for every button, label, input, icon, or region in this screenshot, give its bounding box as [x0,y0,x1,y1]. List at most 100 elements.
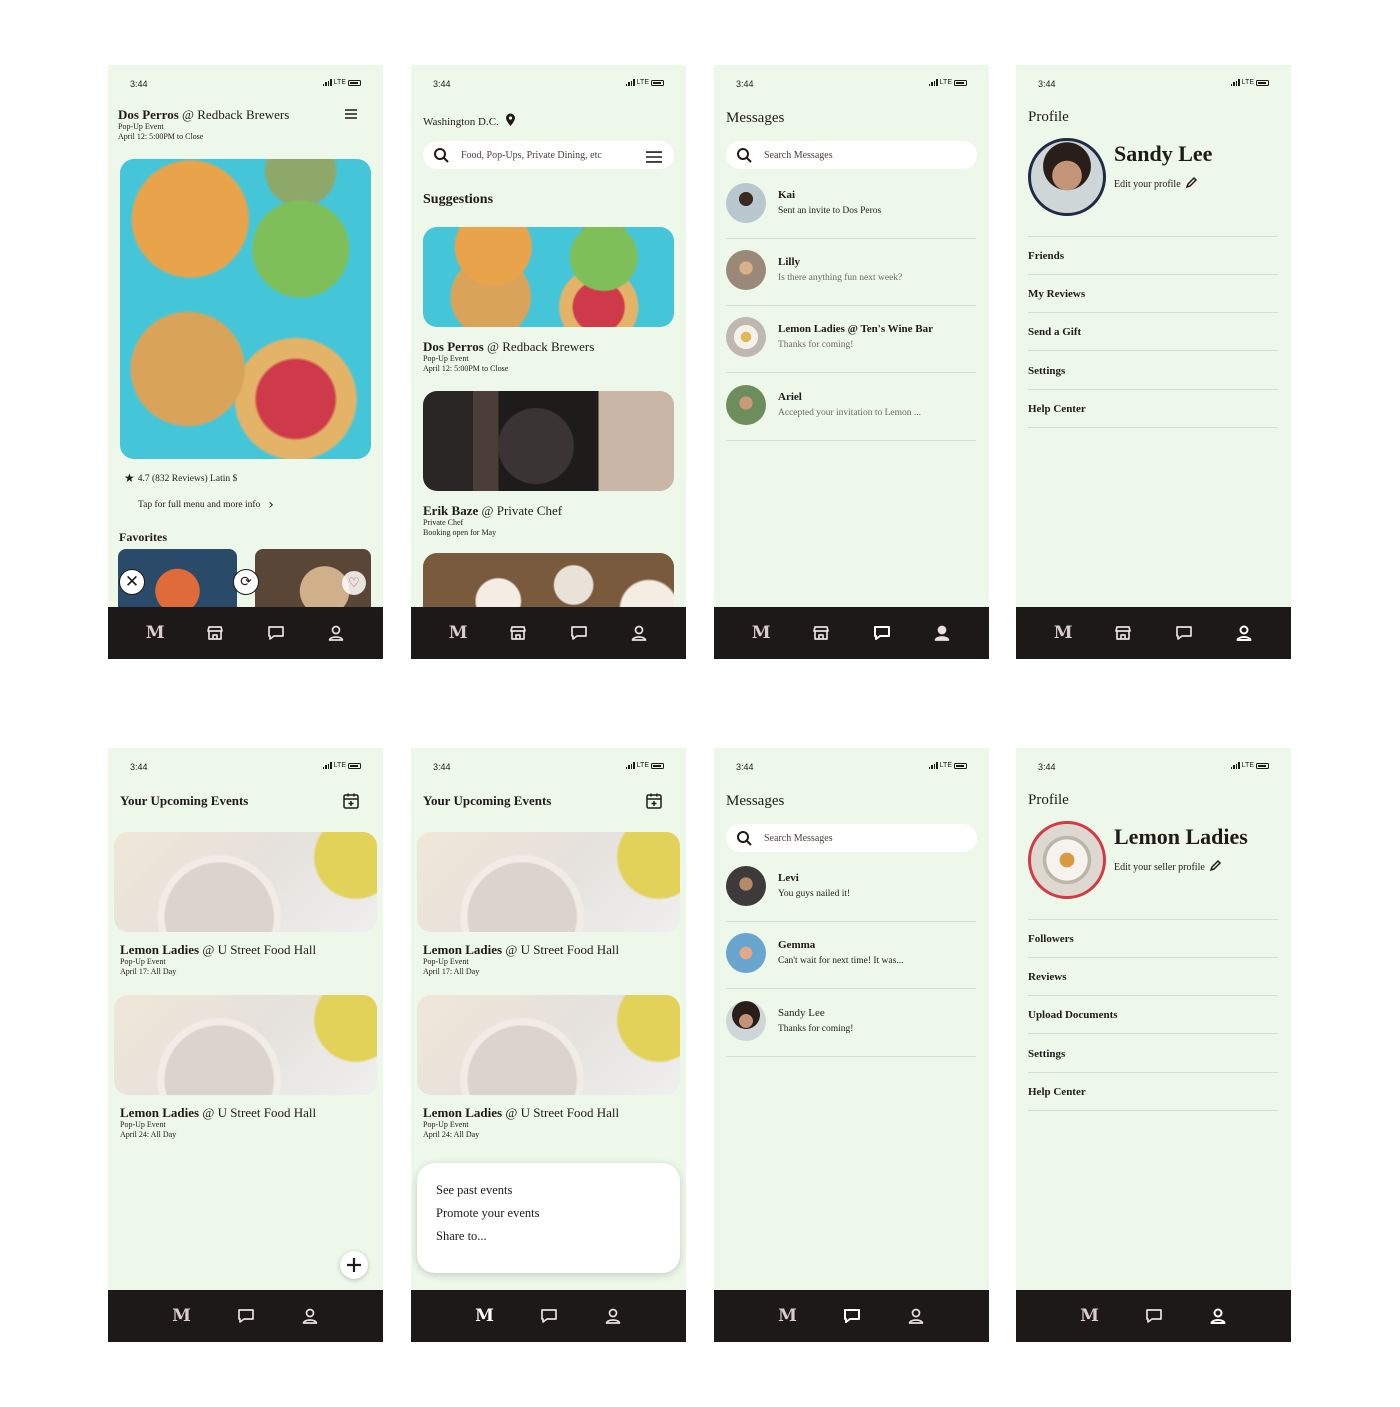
heart-icon[interactable]: ♡ [342,571,366,595]
search-bar[interactable]: Search Messages [726,141,977,169]
nav-home-logo[interactable]: M [1050,620,1076,646]
avatar [726,933,766,973]
location-selector[interactable]: Washington D.C. [423,113,516,130]
chat-icon[interactable] [566,620,592,646]
event-title[interactable]: Lemon Ladies @ U Street Food Hall [423,942,619,958]
event-date: April 17: All Day [120,967,177,976]
edit-profile-link[interactable]: Edit your profile [1114,176,1198,190]
store-icon[interactable] [1110,620,1136,646]
profile-name: Sandy Lee [1114,141,1213,166]
user-icon[interactable] [903,1303,929,1329]
chat-icon[interactable] [1171,620,1197,646]
menu-item-past-events[interactable]: See past events [436,1183,512,1198]
chat-icon[interactable] [233,1303,259,1329]
menu-item-upload-documents[interactable]: Upload Documents [1028,996,1278,1034]
search-input[interactable]: Search Messages [764,150,833,161]
suggestion-photo[interactable] [423,227,674,327]
chat-icon[interactable] [1141,1303,1167,1329]
add-event-button[interactable] [340,1251,368,1279]
message-thread[interactable]: Levi You guys nailed it! [726,866,976,922]
menu-item-promote-events[interactable]: Promote your events [436,1206,539,1221]
store-icon[interactable] [202,620,228,646]
screen-messages: 3:44 LTE Messages Search Messages Kai Se… [714,65,989,659]
user-icon[interactable] [323,620,349,646]
user-icon[interactable] [626,620,652,646]
nav-home-logo[interactable]: M [169,1303,195,1329]
suggestion-photo[interactable] [423,391,674,491]
screen-seller-messages: 3:44 LTE Messages Search Messages Levi Y… [714,748,989,1342]
chat-icon[interactable] [536,1303,562,1329]
suggestion-title[interactable]: Dos Perros @ Redback Brewers [423,339,594,355]
search-bar[interactable]: Food, Pop-Ups, Private Dining, etc [423,141,674,169]
message-thread[interactable]: Gemma Can't wait for next time! It was..… [726,933,976,989]
battery-icon [348,762,361,769]
menu-item-send-gift[interactable]: Send a Gift [1028,313,1278,351]
bottom-nav: M [1016,1290,1291,1342]
signal-icon [928,762,938,769]
event-title[interactable]: Lemon Ladies @ U Street Food Hall [120,942,316,958]
avatar[interactable] [1028,138,1106,216]
search-input[interactable]: Search Messages [764,833,833,844]
event-date: April 17: All Day [423,967,480,976]
status-bar: 3:44 LTE [1038,762,1269,774]
event-date: April 12: 5:00PM to Close [118,132,204,141]
message-thread[interactable]: Kai Sent an invite to Dos Peros [726,183,976,239]
nav-home-logo[interactable]: M [142,620,168,646]
screen-profile: 3:44 LTE Profile Sandy Lee Edit your pro… [1016,65,1291,659]
chat-icon[interactable] [263,620,289,646]
menu-item-help-center[interactable]: Help Center [1028,1073,1278,1111]
signal-icon [1230,762,1240,769]
menu-item-share[interactable]: Share to... [436,1229,487,1244]
calendar-add-icon[interactable] [645,792,663,815]
tacos-photo[interactable] [120,159,371,459]
map-pin-icon [505,113,516,130]
user-icon[interactable] [929,620,955,646]
event-title[interactable]: Lemon Ladies @ U Street Food Hall [120,1105,316,1121]
refresh-icon[interactable]: ⟳ [233,569,259,595]
filter-icon[interactable] [646,149,662,168]
avatar[interactable] [1028,821,1106,899]
menu-item-reviews[interactable]: Reviews [1028,958,1278,996]
menu-icon[interactable] [344,107,358,126]
search-input[interactable]: Food, Pop-Ups, Private Dining, etc [461,150,602,161]
search-bar[interactable]: Search Messages [726,824,977,852]
message-thread[interactable]: Lilly Is there anything fun next week? [726,250,976,306]
nav-home-logo[interactable]: M [775,1303,801,1329]
chat-icon[interactable] [839,1303,865,1329]
suggestion-title[interactable]: Erik Baze @ Private Chef [423,503,562,519]
store-icon[interactable] [808,620,834,646]
event-photo[interactable] [417,995,680,1095]
nav-home-logo[interactable]: M [1077,1303,1103,1329]
event-type: Pop-Up Event [120,957,166,966]
message-thread[interactable]: Lemon Ladies @ Ten's Wine Bar Thanks for… [726,317,976,373]
menu-item-friends[interactable]: Friends [1028,237,1278,275]
more-info-link[interactable]: Tap for full menu and more info › [138,497,274,513]
nav-home-logo[interactable]: M [445,620,471,646]
close-icon[interactable]: ✕ [119,569,145,595]
menu-item-settings[interactable]: Settings [1028,352,1278,390]
user-icon[interactable] [297,1303,323,1329]
user-icon[interactable] [1205,1303,1231,1329]
nav-home-logo[interactable]: M [748,620,774,646]
chat-icon[interactable] [869,620,895,646]
event-photo[interactable] [114,832,377,932]
event-photo[interactable] [114,995,377,1095]
message-thread[interactable]: Sandy Lee Thanks for coming! [726,1001,976,1057]
user-icon[interactable] [600,1303,626,1329]
edit-profile-link[interactable]: Edit your seller profile [1114,859,1222,873]
status-bar: 3:44 LTE [130,762,361,774]
event-type: Pop-Up Event [120,1120,166,1129]
calendar-add-icon[interactable] [342,792,360,815]
message-thread[interactable]: Ariel Accepted your invitation to Lemon … [726,385,976,441]
event-photo[interactable] [417,832,680,932]
menu-item-help-center[interactable]: Help Center [1028,390,1278,428]
menu-item-settings[interactable]: Settings [1028,1035,1278,1073]
user-icon[interactable] [1231,620,1257,646]
menu-item-my-reviews[interactable]: My Reviews [1028,275,1278,313]
menu-item-followers[interactable]: Followers [1028,920,1278,958]
nav-home-logo[interactable]: M [472,1303,498,1329]
event-title[interactable]: Lemon Ladies @ U Street Food Hall [423,1105,619,1121]
avatar [726,866,766,906]
signal-icon [625,762,635,769]
store-icon[interactable] [505,620,531,646]
